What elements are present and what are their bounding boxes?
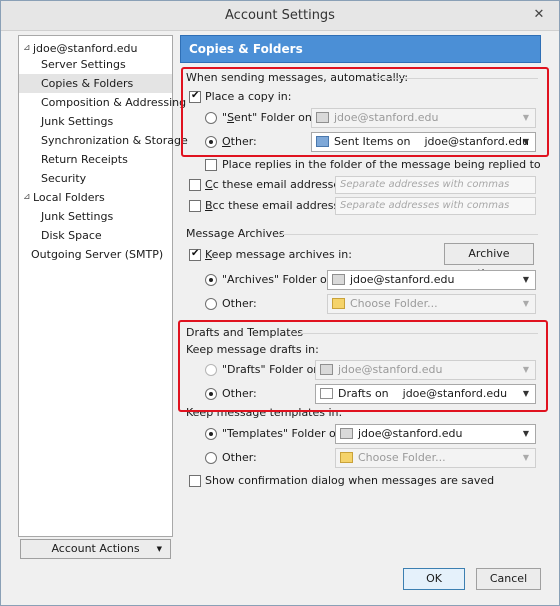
- tree-item-junk-settings[interactable]: Junk Settings: [19, 112, 172, 131]
- bcc-label: Bcc these email addresses:: [205, 199, 356, 212]
- keep-archives-checkbox[interactable]: [189, 248, 201, 261]
- templates-other-radio[interactable]: [205, 452, 217, 464]
- chevron-down-icon: ▼: [522, 299, 529, 308]
- dropdown-arrow-icon: ▼: [156, 545, 162, 553]
- highlight-drafts: [178, 320, 548, 412]
- highlight-sending: [181, 67, 549, 157]
- show-confirmation-label: Show confirmation dialog when messages a…: [205, 474, 495, 487]
- folder-icon: [340, 452, 353, 463]
- account-tree[interactable]: ⊿ jdoe@stanford.edu Server Settings Copi…: [18, 35, 188, 537]
- tree-item-server-settings[interactable]: Server Settings: [19, 55, 172, 74]
- chevron-down-icon: ▼: [522, 429, 529, 438]
- cc-addresses-input[interactable]: Separate addresses with commas: [335, 176, 536, 194]
- archive-options-button[interactable]: Archive options...: [444, 243, 534, 280]
- templates-choose-folder-select[interactable]: Choose Folder... ▼: [335, 448, 536, 468]
- tree-item-security[interactable]: Security: [19, 169, 172, 188]
- cancel-button[interactable]: Cancel: [476, 568, 541, 590]
- tree-item-local-folders[interactable]: ⊿ Local Folders: [19, 188, 172, 207]
- templates-other-label: Other:: [222, 451, 257, 464]
- folder-icon: [332, 298, 345, 309]
- show-confirmation-checkbox[interactable]: [189, 475, 201, 487]
- chevron-down-icon: ▼: [522, 453, 529, 462]
- place-replies-checkbox[interactable]: [205, 159, 217, 171]
- close-icon[interactable]: ✕: [527, 5, 551, 25]
- templates-account-select[interactable]: jdoe@stanford.edu ▼: [335, 424, 536, 444]
- archives-folder-label: "Archives" Folder on:: [222, 273, 338, 286]
- cc-label: Cc these email addresses:: [205, 178, 350, 191]
- archives-account-select[interactable]: jdoe@stanford.edu ▼: [327, 270, 536, 290]
- panel-header: Copies & Folders: [180, 35, 541, 63]
- place-replies-label: Place replies in the folder of the messa…: [222, 158, 541, 171]
- archives-other-label: Other:: [222, 297, 257, 310]
- templates-folder-label: "Templates" Folder on:: [222, 427, 347, 440]
- tree-item-outgoing-server[interactable]: Outgoing Server (SMTP): [19, 245, 172, 264]
- templates-folder-radio[interactable]: [205, 428, 217, 440]
- archives-choose-folder-select[interactable]: Choose Folder... ▼: [327, 294, 536, 314]
- archives-group-title: Message Archives: [186, 227, 285, 240]
- cc-checkbox[interactable]: [189, 179, 201, 191]
- tree-item-disk-space[interactable]: Disk Space: [19, 226, 172, 245]
- account-actions-button[interactable]: Account Actions ▼: [20, 539, 171, 559]
- mail-account-icon: [340, 428, 353, 439]
- archives-folder-radio[interactable]: [205, 274, 217, 286]
- tree-item-local-junk-settings[interactable]: Junk Settings: [19, 207, 172, 226]
- tree-item-composition[interactable]: Composition & Addressing: [19, 93, 186, 112]
- title-bar: Account Settings ✕: [1, 1, 559, 31]
- archives-other-radio[interactable]: [205, 298, 217, 310]
- window-title: Account Settings: [225, 8, 335, 23]
- expand-toggle-icon[interactable]: ⊿: [23, 188, 31, 207]
- chevron-down-icon: ▼: [522, 275, 529, 284]
- bcc-addresses-input[interactable]: Separate addresses with commas: [335, 197, 536, 215]
- copies-folders-panel: Copies & Folders When sending messages, …: [178, 35, 549, 562]
- mail-account-icon: [332, 274, 345, 285]
- keep-archives-label: Keep message archives in:: [205, 248, 352, 261]
- ok-button[interactable]: OK: [403, 568, 465, 590]
- bcc-checkbox[interactable]: [189, 200, 201, 212]
- tree-item-return-receipts[interactable]: Return Receipts: [19, 150, 172, 169]
- tree-item-sync-storage[interactable]: Synchronization & Storage: [19, 131, 188, 150]
- tree-item-copies-folders[interactable]: Copies & Folders: [19, 74, 172, 93]
- account-settings-window: Account Settings ✕ ⊿ jdoe@stanford.edu S…: [0, 0, 560, 606]
- group-divider: [276, 234, 538, 235]
